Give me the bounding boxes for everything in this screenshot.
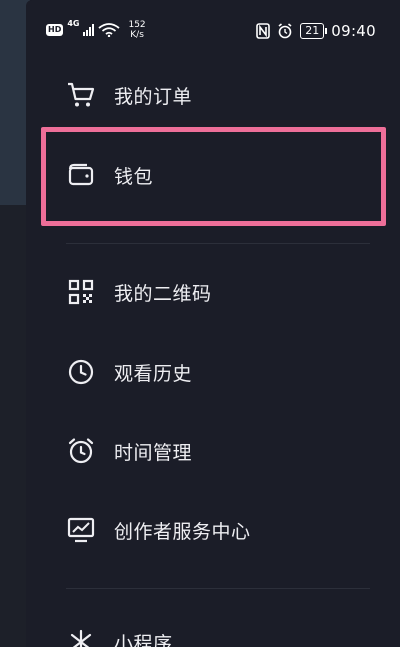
wifi-icon <box>98 23 121 37</box>
menu-item-label: 我的订单 <box>114 85 193 108</box>
hd-badge: HD <box>46 24 64 36</box>
menu-item-label: 钱包 <box>114 165 154 188</box>
menu-item-orders[interactable]: 我的订单 <box>66 75 366 115</box>
menu-item-wallet[interactable]: 钱包 <box>66 155 366 195</box>
menu-item-label: 小程序 <box>114 632 173 647</box>
menu-item-label: 我的二维码 <box>114 282 212 305</box>
qr-code-icon <box>66 277 96 307</box>
section-divider <box>66 588 370 589</box>
menu-item-creator-center[interactable]: 创作者服务中心 <box>66 510 366 550</box>
menu-item-time-management[interactable]: 时间管理 <box>66 431 366 471</box>
alarm-clock-icon <box>66 436 96 466</box>
status-left: HD 4G 152 K/s <box>46 20 146 40</box>
clock-icon <box>66 357 96 387</box>
speed-unit: K/s <box>130 30 144 40</box>
cart-icon <box>66 80 96 110</box>
speed-value: 152 <box>128 20 146 30</box>
menu-item-label: 创作者服务中心 <box>114 520 251 543</box>
signal-icon <box>83 24 95 36</box>
battery-indicator: 21 <box>300 23 328 39</box>
section-divider <box>66 243 370 244</box>
mini-program-icon <box>66 627 96 647</box>
status-right: 21 09:40 <box>256 22 376 40</box>
network-type: 4G <box>67 19 80 28</box>
menu-item-label: 时间管理 <box>114 441 193 464</box>
network-speed: 152 K/s <box>128 20 145 40</box>
menu-item-label: 观看历史 <box>114 362 193 385</box>
status-bar: HD 4G 152 K/s 21 09:40 <box>0 0 400 60</box>
menu-item-watch-history[interactable]: 观看历史 <box>66 352 366 392</box>
wallet-icon <box>66 160 96 190</box>
menu-item-qr-code[interactable]: 我的二维码 <box>66 272 366 312</box>
nfc-icon <box>256 23 271 39</box>
alarm-icon <box>278 23 292 39</box>
clock-time: 09:40 <box>331 22 376 40</box>
creator-chart-icon <box>66 515 96 545</box>
menu-item-mini-program[interactable]: 小程序 <box>66 622 366 647</box>
